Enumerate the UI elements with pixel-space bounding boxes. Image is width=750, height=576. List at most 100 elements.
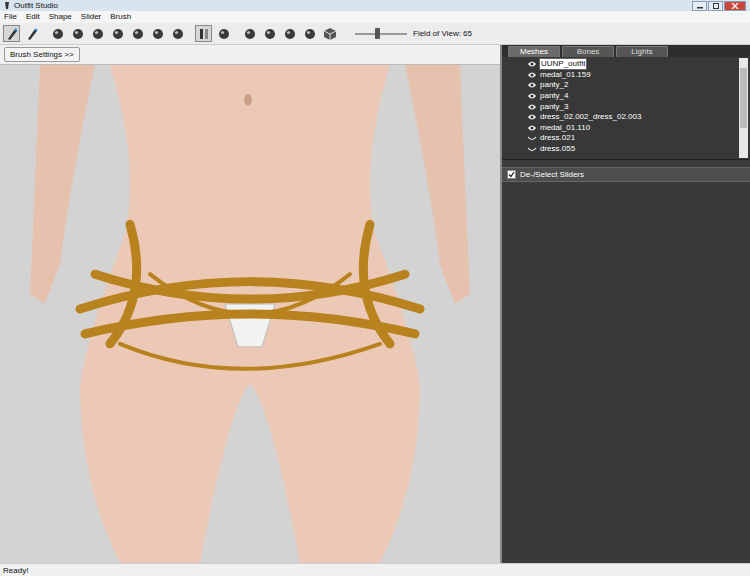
tool-button[interactable] bbox=[301, 25, 318, 42]
sliders-panel bbox=[502, 182, 750, 563]
menu-item[interactable]: Shape bbox=[49, 11, 72, 23]
fov-slider[interactable] bbox=[355, 33, 407, 35]
side-panel: MeshesBonesLightsUUNP_outfitmedal_01.159… bbox=[500, 45, 750, 563]
tool-button[interactable] bbox=[23, 25, 40, 42]
eye-open-icon[interactable] bbox=[527, 92, 537, 100]
sphere-brush-icon bbox=[303, 27, 317, 41]
outfit-studio-window: Outfit StudioFile Edit Shape Slider Brush Fie… bbox=[0, 0, 750, 576]
mesh-name: dress_02.002_dress_02.003 bbox=[539, 112, 642, 122]
mirror-tool-icon bbox=[197, 27, 211, 41]
eye-closed-icon[interactable] bbox=[527, 134, 537, 142]
sphere-brush-icon bbox=[111, 27, 125, 41]
mesh-name: dress.021 bbox=[539, 133, 576, 143]
sphere-brush-icon bbox=[91, 27, 105, 41]
maximize-icon bbox=[712, 3, 720, 9]
tool-button[interactable] bbox=[321, 25, 338, 42]
sphere-brush-icon bbox=[263, 27, 277, 41]
tool-button[interactable] bbox=[149, 25, 166, 42]
viewport-pane: Brush Settings >> bbox=[0, 45, 500, 563]
sliders-header: De-/Select Sliders bbox=[502, 167, 750, 182]
menu-item[interactable]: Slider bbox=[81, 11, 101, 23]
tool-button[interactable] bbox=[261, 25, 278, 42]
sphere-brush-icon bbox=[131, 27, 145, 41]
mesh-row[interactable]: medal_01.110 bbox=[527, 123, 739, 134]
mesh-row[interactable]: UUNP_outfit bbox=[527, 59, 739, 70]
eye-closed-icon[interactable] bbox=[527, 145, 537, 153]
eye-open-icon[interactable] bbox=[527, 60, 537, 68]
window-controls bbox=[692, 1, 750, 11]
tool-button[interactable] bbox=[215, 25, 232, 42]
status-text: Ready! bbox=[3, 565, 28, 576]
mesh-row[interactable]: panty_2 bbox=[527, 80, 739, 91]
sphere-brush-icon bbox=[171, 27, 185, 41]
tab[interactable]: Meshes bbox=[508, 46, 560, 57]
scrollbar-thumb[interactable] bbox=[740, 68, 747, 128]
sphere-brush-icon bbox=[51, 27, 65, 41]
eye-open-icon[interactable] bbox=[527, 71, 537, 79]
mesh-name: panty_2 bbox=[539, 80, 569, 90]
mesh-row[interactable]: panty_3 bbox=[527, 101, 739, 112]
tool-button[interactable] bbox=[241, 25, 258, 42]
mesh-list: UUNP_outfitmedal_01.159panty_2panty_4pan… bbox=[502, 57, 750, 160]
mesh-name: UUNP_outfit bbox=[539, 58, 587, 70]
menu-item[interactable]: File bbox=[4, 11, 17, 23]
field-of-view: Field of View: 65 bbox=[355, 28, 472, 40]
window-title: Outfit Studio bbox=[14, 0, 58, 11]
mesh-row[interactable]: dress_02.002_dress_02.003 bbox=[527, 112, 739, 123]
sliders-label: De-/Select Sliders bbox=[520, 169, 584, 181]
tool-button[interactable] bbox=[3, 25, 20, 42]
mesh-name: panty_3 bbox=[539, 102, 569, 112]
menu-item[interactable]: Edit bbox=[26, 11, 40, 23]
3d-viewport[interactable] bbox=[0, 65, 500, 563]
model-render bbox=[0, 65, 500, 563]
sphere-brush-icon bbox=[243, 27, 257, 41]
sphere-brush-icon bbox=[283, 27, 297, 41]
close-icon bbox=[731, 3, 739, 9]
tool-button[interactable] bbox=[69, 25, 86, 42]
mesh-name: medal_01.159 bbox=[539, 70, 592, 80]
fov-label: Field of View: 65 bbox=[413, 28, 472, 40]
menu-bar: File Edit Shape Slider Brush bbox=[0, 11, 750, 23]
toolbar: Field of View: 65 bbox=[0, 23, 750, 45]
maximize-button[interactable] bbox=[708, 1, 723, 11]
fov-slider-thumb[interactable] bbox=[375, 28, 380, 39]
mesh-name: medal_01.110 bbox=[539, 123, 591, 133]
mesh-name: panty_4 bbox=[539, 91, 569, 101]
mesh-row[interactable]: dress.021 bbox=[527, 133, 739, 144]
brush-settings-bar: Brush Settings >> bbox=[0, 45, 500, 65]
tab[interactable]: Lights bbox=[616, 46, 668, 57]
tool-button[interactable] bbox=[169, 25, 186, 42]
tool-button[interactable] bbox=[89, 25, 106, 42]
tool-button[interactable] bbox=[281, 25, 298, 42]
mesh-row[interactable]: medal_01.159 bbox=[527, 70, 739, 81]
brush-settings-button[interactable]: Brush Settings >> bbox=[4, 47, 80, 62]
eye-open-icon[interactable] bbox=[527, 124, 537, 132]
cube-icon bbox=[323, 27, 337, 41]
eye-open-icon[interactable] bbox=[527, 103, 537, 111]
tool-button[interactable] bbox=[195, 25, 212, 42]
sphere-brush-icon bbox=[217, 27, 231, 41]
menu-item[interactable]: Brush bbox=[110, 11, 131, 23]
title-bar: Outfit Studio bbox=[0, 0, 750, 11]
check-icon bbox=[508, 171, 515, 178]
mesh-row[interactable]: panty_4 bbox=[527, 91, 739, 102]
scrollbar[interactable] bbox=[739, 58, 748, 158]
brush-tool-icon bbox=[25, 27, 39, 41]
minimize-icon bbox=[696, 3, 704, 9]
tool-button[interactable] bbox=[129, 25, 146, 42]
tool-button[interactable] bbox=[109, 25, 126, 42]
sphere-brush-icon bbox=[151, 27, 165, 41]
close-button[interactable] bbox=[724, 1, 746, 11]
minimize-button[interactable] bbox=[692, 1, 707, 11]
tab[interactable]: Bones bbox=[562, 46, 614, 57]
mesh-row[interactable]: dress.055 bbox=[527, 144, 739, 155]
tool-button[interactable] bbox=[49, 25, 66, 42]
status-bar: Ready! bbox=[0, 563, 750, 576]
app-icon bbox=[3, 1, 11, 10]
brush-tool-icon bbox=[5, 27, 19, 41]
sliders-checkbox[interactable] bbox=[507, 170, 516, 179]
eye-open-icon[interactable] bbox=[527, 81, 537, 89]
eye-open-icon[interactable] bbox=[527, 113, 537, 121]
main-area: Brush Settings >>MeshesBonesLightsUUNP_o… bbox=[0, 45, 750, 563]
tab-bar: MeshesBonesLights bbox=[502, 45, 750, 57]
